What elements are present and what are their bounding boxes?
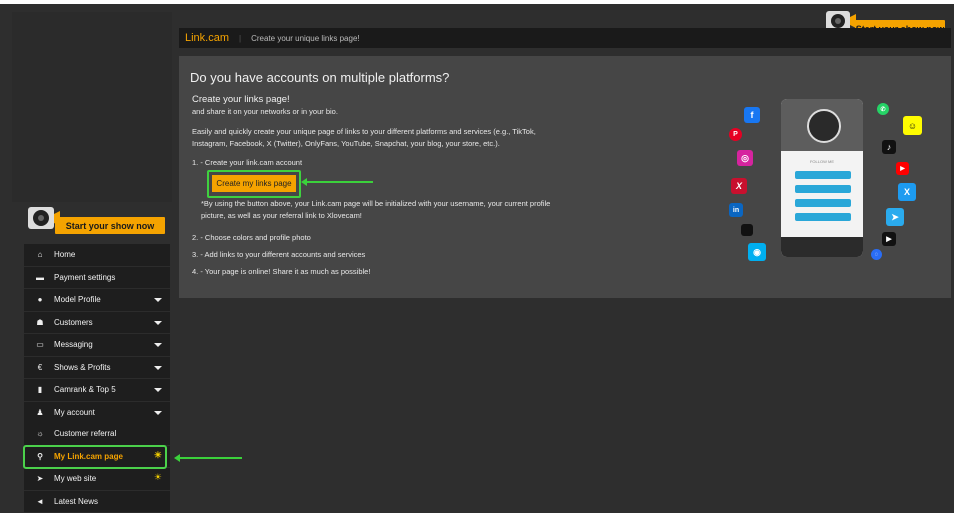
onlyfans-icon: ◉	[748, 243, 766, 261]
chevron-down-icon[interactable]	[154, 321, 162, 325]
description-line-2: Instagram, Facebook, X (Twitter), OnlyFa…	[192, 138, 500, 150]
cursor-icon: ➤	[34, 474, 46, 483]
header-separator: |	[239, 34, 241, 43]
sidebar-item-model-profile[interactable]: ● Model Profile	[24, 289, 170, 312]
sidebar-item-label: Camrank & Top 5	[54, 385, 116, 394]
sidebar-item-messaging[interactable]: ▭ Messaging	[24, 334, 170, 357]
sidebar-item-label: Messaging	[54, 340, 93, 349]
lightbulb-icon: ☀	[154, 472, 162, 483]
play-icon: ▶	[882, 232, 896, 246]
step-1: 1. - Create your link.cam account	[192, 157, 302, 169]
phone-link-bar	[795, 213, 851, 221]
sidebar-item-label: My web site	[54, 474, 96, 483]
sidebar-highlight-box	[23, 445, 167, 469]
chevron-down-icon[interactable]	[154, 411, 162, 415]
step-2: 2. - Choose colors and profile photo	[192, 232, 311, 244]
mail-icon: ▭	[34, 340, 46, 349]
top-frame	[0, 0, 954, 4]
sidebar-item-label: Latest News	[54, 497, 98, 506]
start-show-button-sidebar[interactable]: Start your show now	[55, 217, 165, 234]
x-icon: X	[731, 178, 747, 194]
sidebar-item-label: Home	[54, 250, 75, 259]
create-title: Create your links page!	[192, 94, 290, 106]
twitter-icon: X	[898, 183, 916, 201]
sun-icon: ☼	[34, 429, 46, 438]
chevron-down-icon[interactable]	[154, 388, 162, 392]
note-line-2: picture, as well as your referral link t…	[201, 210, 362, 222]
chevron-down-icon[interactable]	[154, 298, 162, 302]
phone-footer	[781, 237, 863, 257]
page-title: Do you have accounts on multiple platfor…	[190, 70, 449, 85]
sidebar-item-label: Customers	[54, 318, 93, 327]
sidebar-item-my-web-site[interactable]: ➤ My web site ☀	[24, 468, 170, 491]
sidebar-header-area	[12, 12, 172, 202]
home-icon: ⌂	[34, 250, 46, 259]
sidebar-item-label: Model Profile	[54, 295, 101, 304]
note-line-1: *By using the button above, your Link.ca…	[201, 198, 550, 210]
facebook-icon: f	[744, 107, 760, 123]
chevron-down-icon[interactable]	[154, 343, 162, 347]
snapchat-icon: ☺	[903, 116, 922, 135]
sidebar-item-my-account[interactable]: ♟ My account	[24, 402, 170, 425]
sidebar-item-customers[interactable]: ☗ Customers	[24, 312, 170, 335]
megaphone-icon: ◄	[34, 497, 46, 506]
phone-link-bar	[795, 171, 851, 179]
sidebar-item-label: Payment settings	[54, 273, 115, 282]
instagram-icon: ◎	[737, 150, 753, 166]
chevron-down-icon[interactable]	[154, 366, 162, 370]
arrow-annotation-sidebar	[180, 457, 242, 459]
create-links-page-button[interactable]: Create my links page	[212, 175, 296, 192]
telegram-icon: ➤	[886, 208, 904, 226]
phone-link-bar	[795, 185, 851, 193]
euro-icon: €	[34, 363, 46, 372]
cta-highlight-box: Create my links page	[207, 170, 301, 198]
arrow-annotation-cta	[307, 181, 373, 183]
profile-avatar	[807, 109, 841, 143]
card-icon: ▬	[34, 273, 46, 282]
tiktok-icon: ♪	[882, 140, 896, 154]
phone-follow-label: FOLLOW ME	[781, 159, 863, 164]
sidebar-item-camrank-top-5[interactable]: ▮ Camrank & Top 5	[24, 379, 170, 402]
sidebar-item-payment-settings[interactable]: ▬ Payment settings	[24, 267, 170, 290]
sidebar-item-customer-referral[interactable]: ☼ Customer referral	[24, 423, 170, 446]
messenger-icon: ◌	[871, 249, 882, 260]
sidebar-item-shows-profits[interactable]: € Shows & Profits	[24, 357, 170, 380]
phone-illustration: FOLLOW ME	[781, 99, 863, 257]
header-subtitle: Create your unique links page!	[251, 34, 360, 43]
sidebar-nav: ⌂ Home ▬ Payment settings ● Model Profile ☗ Cus…	[24, 244, 170, 432]
apple-icon	[741, 224, 753, 236]
account-icon: ♟	[34, 408, 46, 417]
user-icon: ●	[34, 295, 46, 304]
linkcam-header: Link.cam | Create your unique links page…	[179, 28, 951, 48]
description-line-1: Easily and quickly create your unique pa…	[192, 126, 536, 138]
step-3: 3. - Add links to your different account…	[192, 249, 365, 261]
create-subtitle: and share it on your networks or in your…	[192, 106, 338, 118]
phone-link-bar	[795, 199, 851, 207]
pinterest-icon: P	[729, 128, 742, 141]
youtube-icon: ▶	[896, 162, 909, 175]
bar-chart-icon: ▮	[34, 385, 46, 394]
brand-logo: Link.cam	[185, 32, 229, 44]
sidebar-item-home[interactable]: ⌂ Home	[24, 244, 170, 267]
sidebar-item-label: Customer referral	[54, 429, 116, 438]
step-4: 4. - Your page is online! Share it as mu…	[192, 266, 370, 278]
sidebar-item-latest-news[interactable]: ◄ Latest News	[24, 491, 170, 513]
linkedin-icon: in	[729, 203, 743, 217]
whatsapp-icon: ✆	[877, 103, 889, 115]
sidebar-item-label: Shows & Profits	[54, 363, 110, 372]
sidebar-item-label: My account	[54, 408, 95, 417]
users-icon: ☗	[34, 318, 46, 327]
